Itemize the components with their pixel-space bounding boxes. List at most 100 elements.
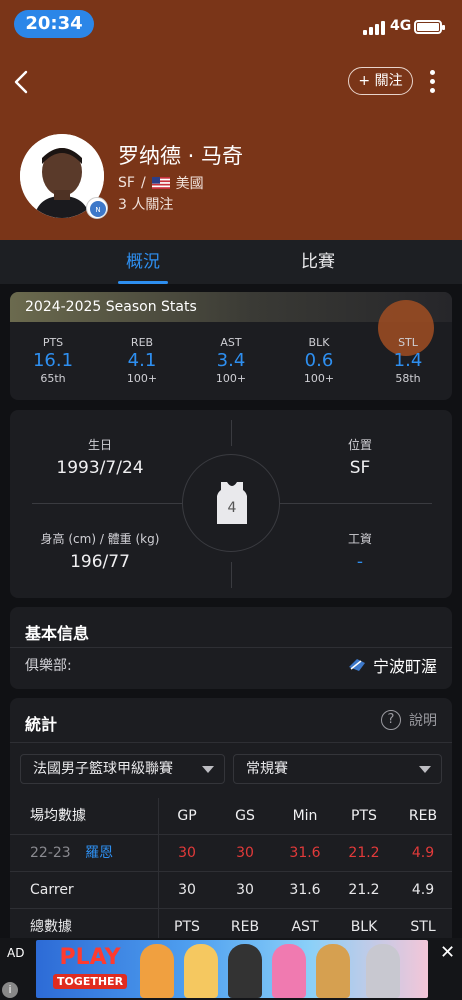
player-meta: SF / 美國 — [118, 173, 204, 193]
follow-button[interactable]: + 關注 — [348, 67, 413, 95]
us-flag-icon — [151, 177, 170, 189]
table-header: GP — [177, 808, 197, 824]
table-cell: 4.9 — [411, 845, 435, 861]
ad-brand-logo: PLAY TOGETHER — [48, 946, 132, 990]
table-header: PTS — [351, 808, 377, 824]
season-year: 22-23 — [30, 845, 71, 861]
signal-icon — [363, 21, 385, 35]
season-stats-title: 2024-2025 Season Stats — [25, 299, 197, 315]
season-team: 羅恩 — [85, 845, 114, 861]
tab-overview-label: 概況 — [126, 252, 160, 272]
chevron-down-icon — [202, 766, 214, 773]
player-position: SF — [118, 175, 135, 191]
club-badge-icon: N — [86, 197, 108, 219]
stat-rank: 100+ — [303, 372, 335, 385]
club-logo-icon — [348, 659, 365, 671]
tab-overview[interactable]: 概況 — [83, 240, 203, 284]
table-cell: 21.2 — [348, 882, 380, 898]
table-header: GS — [235, 808, 255, 824]
ad-character — [184, 944, 218, 998]
stat-value: 3.4 — [216, 350, 246, 371]
season-type-select-value: 常規賽 — [246, 761, 288, 777]
question-icon: ? — [381, 710, 401, 730]
followers-count: 3 人關注 — [118, 197, 174, 213]
ad-label: AD — [7, 946, 25, 960]
battery-icon — [414, 20, 445, 34]
table-header: REB — [230, 919, 260, 935]
table-header: AST — [291, 919, 319, 935]
position-label: 位置 — [347, 438, 372, 452]
table-cell: 30 — [178, 882, 196, 898]
basic-info-title: 基本信息 — [25, 624, 90, 643]
ad-banner[interactable]: PLAY TOGETHER — [36, 940, 428, 998]
league-select[interactable]: 法國男子籃球甲級聯賽 — [20, 754, 225, 784]
salary-label: 工資 — [347, 532, 372, 546]
career-label: Carrer — [30, 882, 74, 898]
tab-matches[interactable]: 比賽 — [258, 240, 378, 284]
ad-character — [316, 944, 350, 998]
ad-brand-bottom: TOGETHER — [52, 974, 128, 989]
club-link[interactable]: 宁波町渥 — [347, 653, 437, 677]
ad-character — [272, 944, 306, 998]
bio-card: 4 生日 1993/7/24 位置 SF 身高 (cm) / 體重 (kg) 1… — [10, 410, 452, 598]
season-type-select[interactable]: 常規賽 — [233, 754, 442, 784]
stat-rank: 100+ — [126, 372, 158, 385]
jersey-icon: 4 — [217, 482, 247, 524]
tab-bar: 概況 比賽 — [0, 240, 462, 284]
stat-pts: PTS 16.1 65th — [18, 336, 88, 385]
table-row: Carrer 30 30 31.6 21.2 4.9 — [10, 872, 452, 908]
bio-divider — [231, 562, 232, 588]
position-value: SF — [349, 458, 371, 478]
table-header: REB — [408, 808, 438, 824]
chevron-left-icon — [14, 70, 28, 94]
height-weight-label: 身高 (cm) / 體重 (kg) — [40, 532, 160, 546]
table-header: PTS — [174, 919, 200, 935]
section-divider — [10, 742, 452, 743]
totals-label: 總數據 — [30, 919, 72, 935]
table-cell: 4.9 — [411, 882, 435, 898]
bio-divider — [32, 503, 182, 504]
stat-rank: 100+ — [215, 372, 247, 385]
table-row[interactable]: 22-23 羅恩 30 30 31.6 21.2 4.9 — [10, 835, 452, 871]
help-label: 說明 — [409, 713, 437, 729]
ad-character — [366, 944, 400, 998]
basic-info-card: 基本信息 俱樂部: 宁波町渥 — [10, 607, 452, 689]
meta-separator: / — [140, 175, 146, 191]
ad-character — [228, 944, 262, 998]
status-time: 20:34 — [14, 10, 94, 38]
table-header: BLK — [350, 919, 378, 935]
table-cell: 30 — [178, 845, 196, 861]
club-label: 俱樂部: — [25, 658, 72, 674]
bio-divider — [280, 503, 432, 504]
player-header: 20:34 4G + 關注 N 罗纳德 · 马奇 SF / 美國 3 人關注 — [0, 0, 462, 240]
more-options-icon[interactable] — [422, 68, 444, 96]
stat-blk: BLK 0.6 100+ — [284, 336, 354, 385]
close-icon[interactable]: ✕ — [440, 942, 455, 963]
birthday-value: 1993/7/24 — [56, 458, 144, 478]
player-name: 罗纳德 · 马奇 — [118, 144, 244, 168]
back-button[interactable] — [8, 64, 38, 100]
stat-value: 0.6 — [304, 350, 334, 371]
table-header: 場均數據 — [30, 808, 86, 824]
statistics-card: 統計 ? 說明 法國男子籃球甲級聯賽 常規賽 場均數據 GP GS Min PT… — [10, 698, 452, 938]
ad-info-icon[interactable]: i — [2, 982, 18, 998]
help-button[interactable]: ? 說明 — [381, 710, 437, 730]
season-stats-card: 2024-2025 Season Stats PTS 16.1 65th REB… — [10, 292, 452, 400]
table-row: 總數據 PTS REB AST BLK STL — [10, 909, 452, 938]
stat-label: AST — [220, 336, 242, 349]
stat-value: 16.1 — [32, 350, 74, 371]
ad-character — [140, 944, 174, 998]
stat-stl: STL 1.4 58th — [373, 336, 443, 385]
table-cell: 30 — [236, 845, 254, 861]
table-cell: 30 — [236, 882, 254, 898]
stat-value: 1.4 — [393, 350, 423, 371]
stat-ast: AST 3.4 100+ — [196, 336, 266, 385]
height-weight-value: 196/77 — [70, 552, 130, 572]
stat-label: STL — [398, 336, 418, 349]
stat-reb: REB 4.1 100+ — [107, 336, 177, 385]
table-header-row: 場均數據 GP GS Min PTS REB — [10, 798, 452, 834]
section-divider — [10, 647, 452, 648]
season-cell: 22-23 羅恩 — [30, 835, 160, 871]
club-name: 宁波町渥 — [372, 657, 437, 676]
active-tab-indicator — [118, 281, 168, 284]
